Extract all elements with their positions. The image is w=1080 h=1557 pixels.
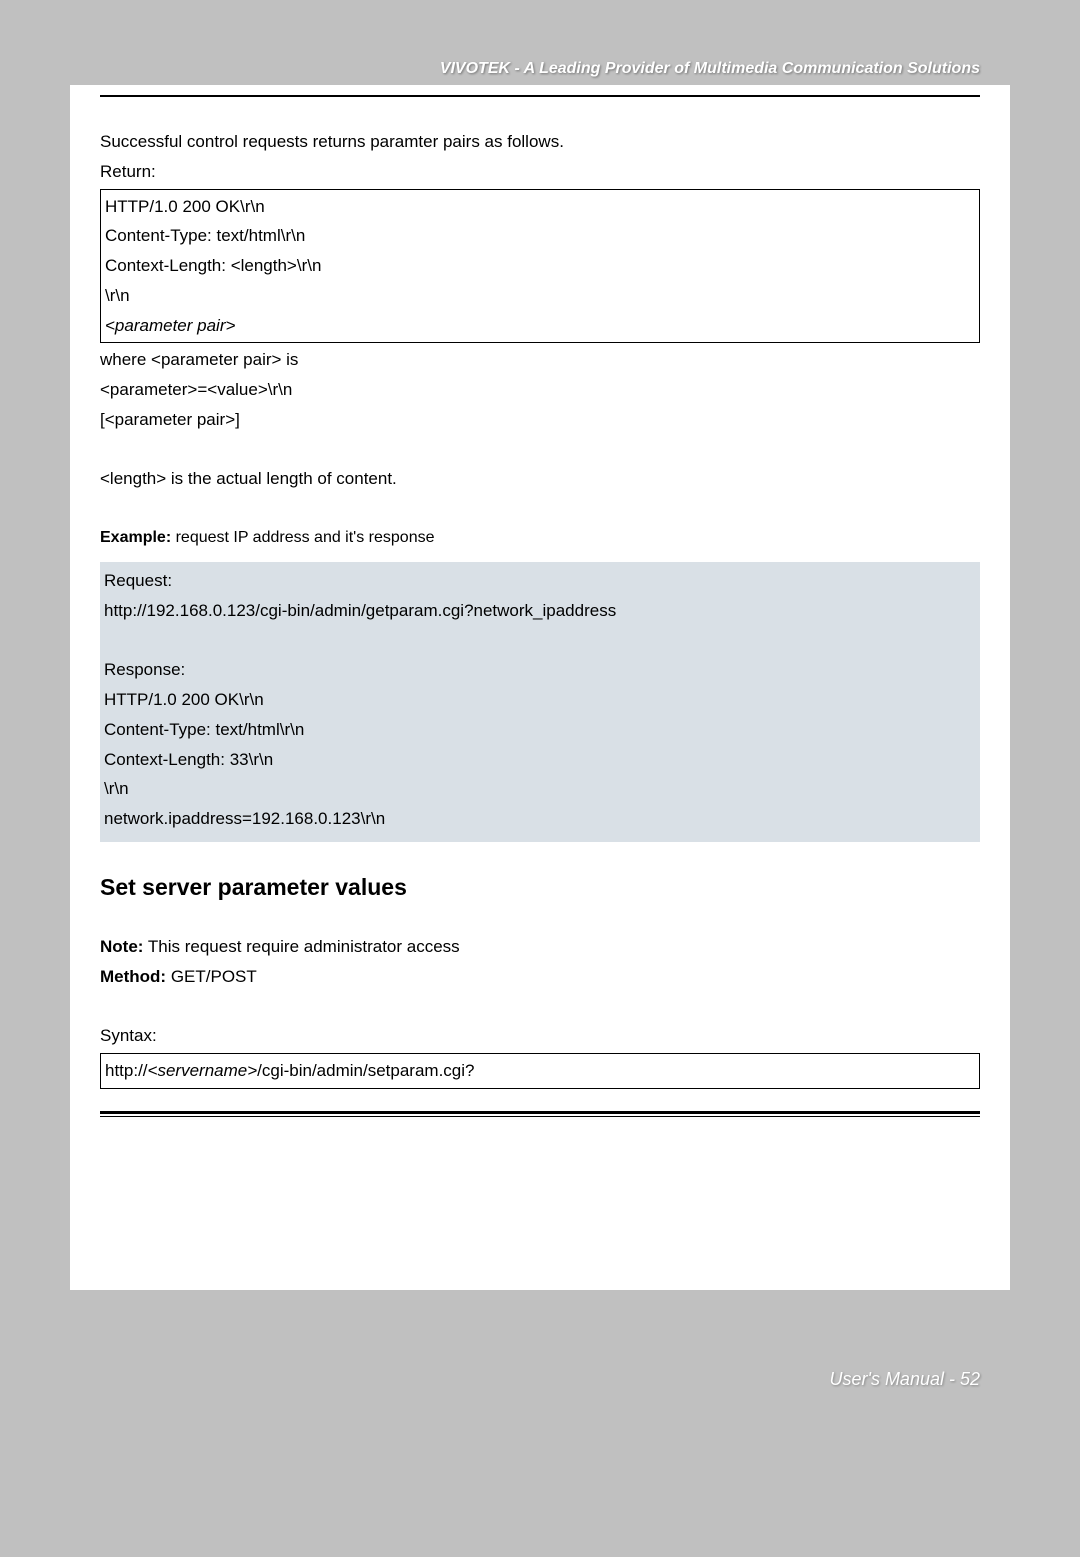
example-label-bold: Example: — [100, 529, 171, 546]
footer-divider-thick — [100, 1111, 980, 1114]
response-line-1: HTTP/1.0 200 OK\r\n — [104, 685, 976, 715]
page-content: Successful control requests returns para… — [70, 97, 1010, 1101]
document-page: VIVOTEK - A Leading Provider of Multimed… — [70, 30, 1010, 1290]
return-line-1: HTTP/1.0 200 OK\r\n — [105, 192, 975, 222]
note-rest: This request require administrator acces… — [143, 937, 459, 956]
response-line-4: \r\n — [104, 774, 976, 804]
page-number-label: User's Manual - 52 — [830, 1369, 981, 1390]
note-line: Note: This request require administrator… — [100, 932, 980, 962]
return-format-box: HTTP/1.0 200 OK\r\n Content-Type: text/h… — [100, 189, 980, 344]
response-line-2: Content-Type: text/html\r\n — [104, 715, 976, 745]
method-line: Method: GET/POST — [100, 962, 980, 992]
method-rest: GET/POST — [166, 967, 257, 986]
param-format-text: <parameter>=<value>\r\n — [100, 375, 980, 405]
note-bold: Note: — [100, 937, 143, 956]
example-block: Request: http://192.168.0.123/cgi-bin/ad… — [100, 562, 980, 842]
syntax-post: /cgi-bin/admin/setparam.cgi? — [257, 1061, 474, 1080]
intro-text: Successful control requests returns para… — [100, 127, 980, 157]
page-footer-bar: User's Manual - 52 — [70, 1290, 1010, 1430]
return-label: Return: — [100, 157, 980, 187]
return-line-4: \r\n — [105, 281, 975, 311]
example-label-rest: request IP address and it's response — [171, 529, 434, 546]
method-bold: Method: — [100, 967, 166, 986]
syntax-label: Syntax: — [100, 1021, 980, 1051]
param-pair-text: [<parameter pair>] — [100, 405, 980, 435]
example-label: Example: request IP address and it's res… — [100, 524, 980, 552]
syntax-box: http://<servername>/cgi-bin/admin/setpar… — [100, 1053, 980, 1089]
return-line-5: <parameter pair> — [105, 311, 975, 341]
length-note: <length> is the actual length of content… — [100, 464, 980, 494]
request-label: Request: — [104, 566, 976, 596]
response-line-3: Context-Length: 33\r\n — [104, 745, 976, 775]
request-url: http://192.168.0.123/cgi-bin/admin/getpa… — [104, 596, 976, 626]
where-text: where <parameter pair> is — [100, 345, 980, 375]
syntax-pre: http:// — [105, 1061, 148, 1080]
return-line-3: Context-Length: <length>\r\n — [105, 251, 975, 281]
section-heading-set-params: Set server parameter values — [100, 867, 980, 907]
return-line-2: Content-Type: text/html\r\n — [105, 221, 975, 251]
syntax-servername: <servername> — [148, 1061, 258, 1080]
response-line-5: network.ipaddress=192.168.0.123\r\n — [104, 804, 976, 834]
response-label: Response: — [104, 655, 976, 685]
brand-header-text: VIVOTEK - A Leading Provider of Multimed… — [70, 30, 1010, 78]
footer-divider-thin — [100, 1116, 980, 1117]
page-header-bar: VIVOTEK - A Leading Provider of Multimed… — [70, 30, 1010, 85]
